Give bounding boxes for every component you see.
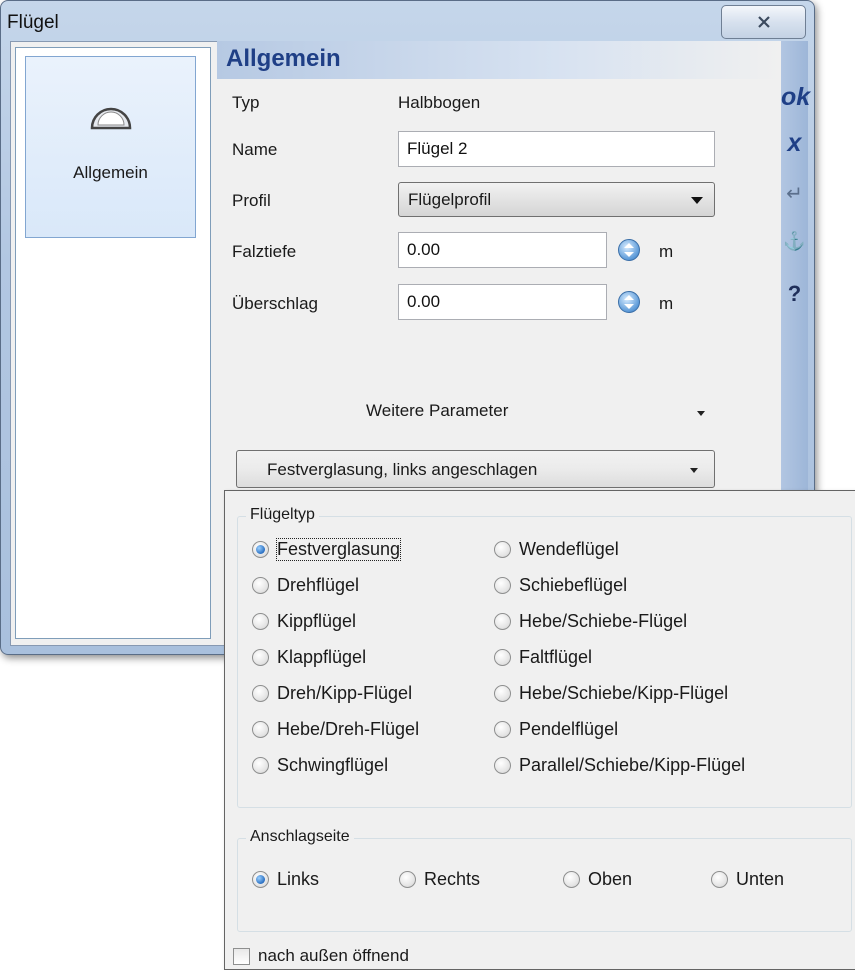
radio-label: Hebe/Schiebe-Flügel bbox=[519, 611, 688, 631]
radio-button[interactable] bbox=[252, 685, 269, 702]
checkbox-label: nach außen öffnend bbox=[258, 946, 409, 965]
radio-label: Drehflügel bbox=[277, 575, 360, 595]
name-label: Name bbox=[232, 140, 278, 159]
radio-label: Pendelflügel bbox=[519, 719, 619, 739]
profil-select-value: Flügelprofil bbox=[408, 190, 492, 209]
falztiefe-spin-icon[interactable] bbox=[618, 239, 640, 261]
navigation-list: Allgemein bbox=[15, 47, 211, 639]
profil-select[interactable]: Flügelprofil bbox=[398, 182, 715, 217]
ueberschlag-label: Überschlag bbox=[232, 294, 318, 313]
falztiefe-unit: m bbox=[659, 242, 674, 261]
radio-label: Klappflügel bbox=[277, 647, 367, 667]
half-arch-icon bbox=[90, 107, 132, 130]
chevron-down-icon[interactable] bbox=[697, 411, 705, 416]
radio-button[interactable] bbox=[494, 577, 511, 594]
anschlagseite-group-title: Anschlagseite bbox=[246, 828, 354, 846]
radio-button[interactable] bbox=[494, 541, 511, 558]
chevron-down-icon bbox=[690, 468, 698, 473]
nav-item-allgemein[interactable]: Allgemein bbox=[25, 56, 196, 238]
radio-label: Schiebeflügel bbox=[519, 575, 628, 595]
falztiefe-label: Falztiefe bbox=[232, 242, 297, 261]
chevron-down-icon bbox=[691, 197, 703, 204]
nav-item-label: Allgemein bbox=[73, 163, 148, 182]
typ-label: Typ bbox=[232, 93, 260, 112]
fluegeltyp-dropdown-label: Festverglasung, links angeschlagen bbox=[267, 460, 538, 479]
radio-button[interactable] bbox=[399, 871, 416, 888]
radio-button[interactable] bbox=[252, 577, 269, 594]
pin-icon[interactable]: ⚓ bbox=[781, 231, 808, 252]
close-button[interactable] bbox=[721, 5, 806, 39]
falztiefe-field[interactable] bbox=[398, 232, 607, 268]
radio-button[interactable] bbox=[711, 871, 728, 888]
ueberschlag-spin-icon[interactable] bbox=[618, 291, 640, 313]
radio-label: Faltflügel bbox=[519, 647, 593, 667]
ueberschlag-field[interactable] bbox=[398, 284, 607, 320]
cancel-button[interactable]: x bbox=[781, 129, 808, 158]
radio-label: Rechts bbox=[424, 869, 481, 889]
ok-button[interactable]: ok bbox=[781, 83, 810, 112]
radio-button[interactable] bbox=[252, 871, 269, 888]
radio-label: Hebe/Schiebe/Kipp-Flügel bbox=[519, 683, 729, 703]
radio-button[interactable] bbox=[494, 757, 511, 774]
radio-label: Dreh/Kipp-Flügel bbox=[277, 683, 413, 703]
close-icon bbox=[757, 16, 770, 28]
radio-button[interactable] bbox=[494, 721, 511, 738]
panel-header: Allgemein bbox=[217, 41, 781, 79]
title-bar[interactable]: Flügel bbox=[1, 1, 814, 41]
radio-label: Wendeflügel bbox=[519, 539, 619, 559]
panel-title: Allgemein bbox=[226, 45, 341, 72]
radio-label: Links bbox=[277, 869, 320, 889]
radio-button[interactable] bbox=[494, 649, 511, 666]
radio-button[interactable] bbox=[494, 685, 511, 702]
radio-button[interactable] bbox=[252, 541, 269, 558]
fluegeltyp-group: Flügeltyp Festverglasung Drehflügel Kipp… bbox=[237, 506, 852, 808]
radio-button[interactable] bbox=[252, 757, 269, 774]
weitere-parameter-toggle[interactable]: Weitere Parameter bbox=[366, 401, 508, 421]
radio-label: Oben bbox=[588, 869, 633, 889]
radio-label: Schwingflügel bbox=[277, 755, 389, 775]
radio-label: Parallel/Schiebe/Kipp-Flügel bbox=[519, 755, 746, 775]
fluegeltyp-group-title: Flügeltyp bbox=[246, 506, 319, 524]
fluegeltyp-popup: Flügeltyp Festverglasung Drehflügel Kipp… bbox=[224, 490, 855, 970]
window-title: Flügel bbox=[7, 12, 59, 33]
typ-value: Halbbogen bbox=[398, 93, 481, 112]
radio-label: Hebe/Dreh-Flügel bbox=[277, 719, 420, 739]
checkbox-box[interactable] bbox=[233, 948, 250, 965]
name-field[interactable] bbox=[398, 131, 715, 167]
enter-icon[interactable]: ↵ bbox=[781, 181, 808, 206]
radio-label: Festverglasung bbox=[275, 538, 402, 561]
profil-label: Profil bbox=[232, 191, 271, 210]
radio-button[interactable] bbox=[252, 721, 269, 738]
radio-label: Kippflügel bbox=[277, 611, 357, 631]
radio-button[interactable] bbox=[252, 649, 269, 666]
radio-button[interactable] bbox=[252, 613, 269, 630]
radio-button[interactable] bbox=[563, 871, 580, 888]
radio-label: Unten bbox=[736, 869, 785, 889]
radio-button[interactable] bbox=[494, 613, 511, 630]
ueberschlag-unit: m bbox=[659, 294, 674, 313]
anschlagseite-group: Anschlagseite Links Rechts Oben Unten bbox=[237, 828, 852, 932]
help-button[interactable]: ? bbox=[781, 281, 808, 307]
fluegeltyp-dropdown-button[interactable]: Festverglasung, links angeschlagen bbox=[236, 450, 715, 488]
